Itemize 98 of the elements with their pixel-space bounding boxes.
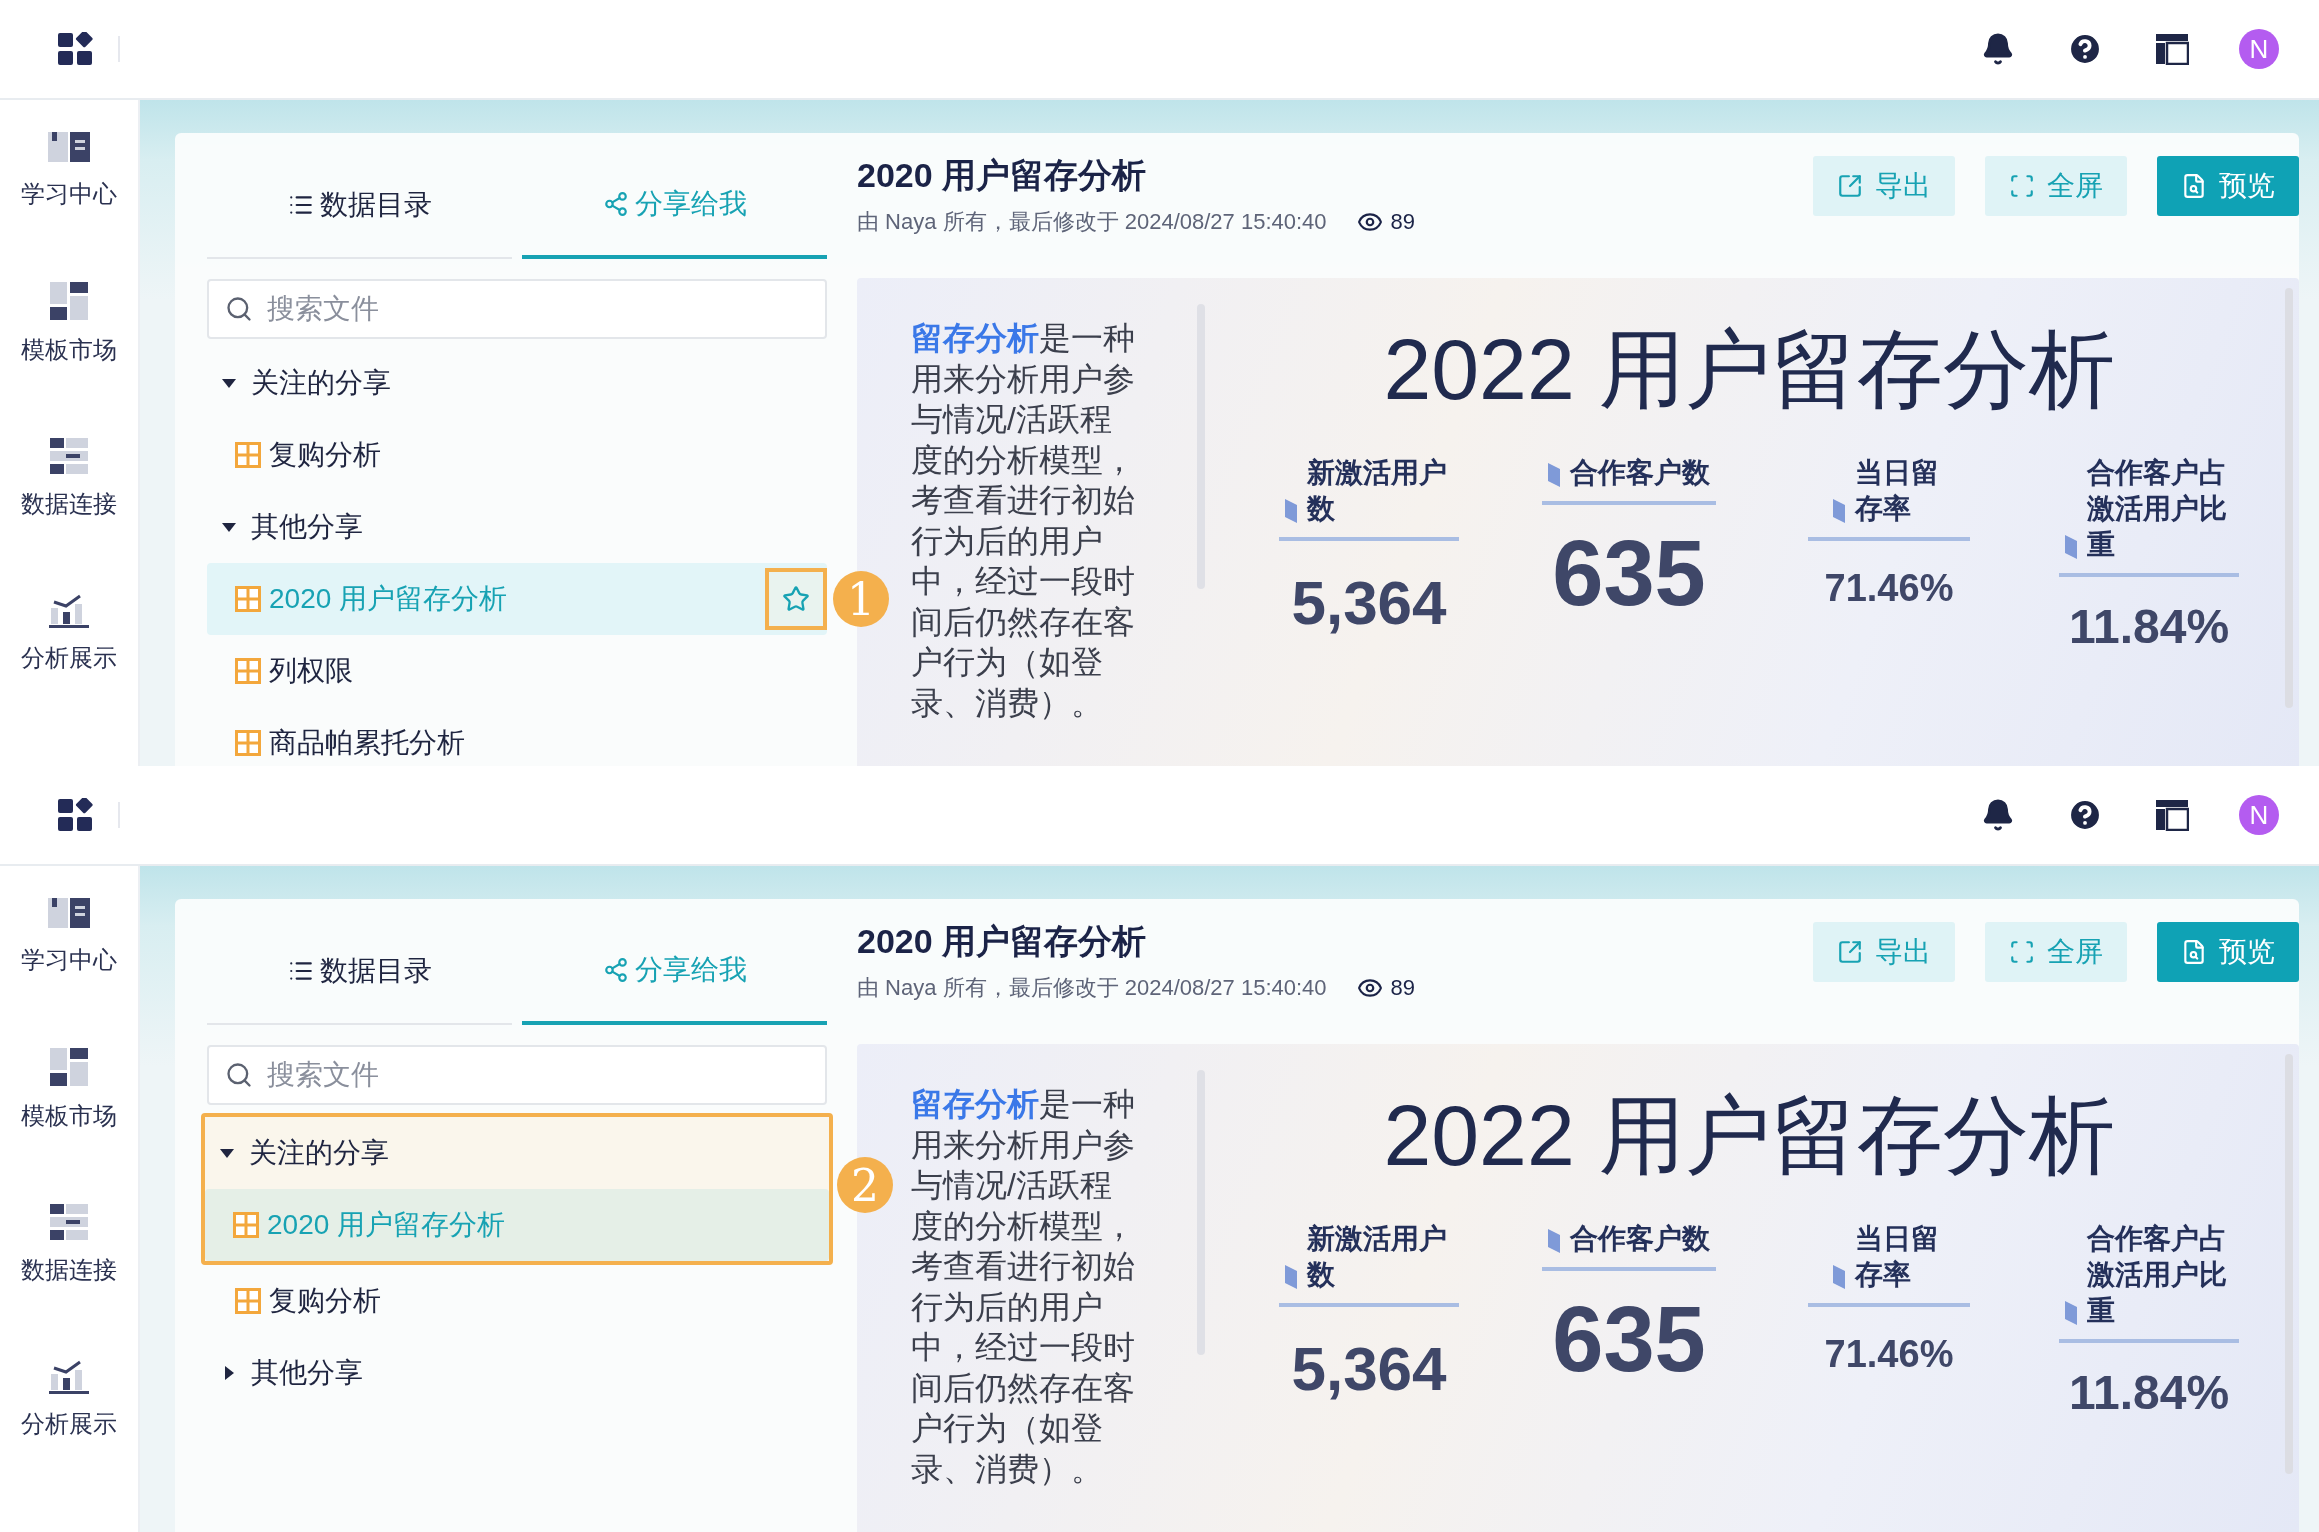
description-text: 留存分析是一种用来分析用户参与情况/活跃程度的分析模型，考查看进行初始行为后的用户中，经过一段时间后仍然存在客户行为（如登录、消费）。 [911,319,1136,723]
tree-label: 其他分享 [251,510,363,544]
tree-label: 复购分析 [269,438,381,472]
report-icon [235,658,261,684]
search-icon [225,1061,253,1089]
share-icon [602,191,629,217]
tree-label: 商品帕累托分析 [269,726,465,760]
book-icon [48,896,90,930]
share-icon [602,957,629,983]
search-field[interactable]: 搜索文件 [207,1045,827,1105]
kpi-icon [1285,499,1298,523]
fullscreen-icon [2009,173,2035,199]
tree-group[interactable]: 其他分享 [207,491,827,563]
report-icon [235,586,261,612]
sidebar-item[interactable]: 数据连接 [21,1254,117,1286]
template-icon [50,282,88,320]
document-meta: 由 Naya 所有，最后修改于 2024/08/27 15:40:40 [857,974,1327,1002]
tree-label: 列权限 [269,654,353,688]
document-title: 2020 用户留存分析 [857,155,1148,196]
kpi-icon [1833,1265,1846,1289]
preview-icon [2181,173,2207,199]
kpi-label: 合作客户占激活用户比重 [2087,456,2229,562]
export-icon [1837,173,1863,199]
kpi-label: 合作客户占激活用户比重 [2087,1222,2229,1328]
tree-label: 复购分析 [269,1284,381,1318]
report-icon [235,730,261,756]
book-icon [48,130,90,164]
kpi-label: 当日留存率 [1855,456,1941,526]
tree-item[interactable]: 商品帕累托分析 [207,707,827,766]
search-icon [225,295,253,323]
tree-group[interactable]: 关注的分享 [205,1117,829,1189]
favorite-button[interactable] [765,568,827,630]
callout-number: 2 [837,1157,893,1213]
kpi-label: 合作客户数 [1570,1222,1710,1256]
chart-icon [49,592,89,628]
chart-icon [49,1358,89,1394]
tree-label: 2020 用户留存分析 [267,1208,506,1242]
sidebar-item[interactable]: 数据连接 [21,488,117,520]
sidebar-item[interactable]: 分析展示 [21,1408,117,1440]
logo-icon [58,32,94,66]
template-icon [50,1048,88,1086]
tree-label: 关注的分享 [251,366,391,400]
connection-icon [50,1204,88,1240]
star-icon [782,585,810,613]
tree-item[interactable]: 复购分析 [207,1265,827,1337]
report-icon [235,1288,261,1314]
connection-icon [50,438,88,474]
export-icon [1837,939,1863,965]
kpi-label: 当日留存率 [1855,1222,1941,1292]
fullscreen-icon [2009,939,2035,965]
logo-icon [58,798,94,832]
tree-label: 2020 用户留存分析 [269,582,508,616]
kpi-icon [1833,499,1846,523]
dashboard-title: 2022 用户留存分析 [1383,1086,2115,1185]
tree-group[interactable]: 其他分享 [207,1337,827,1409]
kpi-label: 新激活用户数 [1307,456,1449,526]
search-field[interactable]: 搜索文件 [207,279,827,339]
kpi-value: 11.84% [2068,1365,2230,1420]
kpi-value: 635 [1552,1287,1706,1392]
tab[interactable]: 数据目录 [207,919,512,1025]
sidebar-item[interactable]: 学习中心 [21,178,117,210]
kpi-label: 合作客户数 [1570,456,1710,490]
kpi-value: 5,364 [1291,567,1447,638]
document-title: 2020 用户留存分析 [857,921,1148,962]
user-avatar[interactable]: N [2239,29,2279,69]
document-meta: 由 Naya 所有，最后修改于 2024/08/27 15:40:40 [857,208,1327,236]
kpi-icon [2065,1301,2078,1325]
kpi-icon [1548,1229,1560,1253]
sidebar-item[interactable]: 模板市场 [21,334,117,366]
kpi-value: 71.46% [1824,567,1954,610]
tree-label: 关注的分享 [249,1136,389,1170]
dashboard-title: 2022 用户留存分析 [1383,320,2115,419]
user-avatar[interactable]: N [2239,795,2279,835]
tree-label: 其他分享 [251,1356,363,1390]
tree-group[interactable]: 关注的分享 [207,347,827,419]
tree-item[interactable]: 复购分析 [207,419,827,491]
kpi-value: 5,364 [1291,1333,1447,1404]
view-count: 89 [1390,209,1416,235]
sidebar-item[interactable]: 学习中心 [21,944,117,976]
kpi-label: 新激活用户数 [1307,1222,1449,1292]
kpi-value: 635 [1552,521,1706,626]
report-icon [233,1212,259,1238]
callout-number: 1 [833,571,889,627]
sidebar-item[interactable]: 模板市场 [21,1100,117,1132]
kpi-value: 11.84% [2068,599,2230,654]
view-count: 89 [1390,975,1416,1001]
sidebar-item[interactable]: 分析展示 [21,642,117,674]
kpi-value: 71.46% [1824,1333,1954,1376]
tree-item[interactable]: 列权限 [207,635,827,707]
tab[interactable]: 数据目录 [207,153,512,259]
kpi-icon [1548,463,1560,487]
preview-icon [2181,939,2207,965]
kpi-icon [2065,535,2078,559]
layout-icon[interactable] [2155,799,2189,831]
kpi-icon [1285,1265,1298,1289]
report-icon [235,442,261,468]
layout-icon[interactable] [2155,33,2189,65]
description-text: 留存分析是一种用来分析用户参与情况/活跃程度的分析模型，考查看进行初始行为后的用户中，经过一段时间后仍然存在客户行为（如登录、消费）。 [911,1085,1136,1489]
